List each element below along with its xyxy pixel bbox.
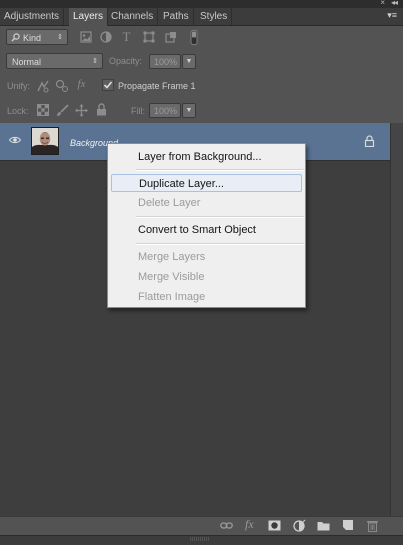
tab-styles[interactable]: Styles [196,8,233,25]
lock-image-pixels-icon[interactable] [56,104,69,117]
layer-context-menu: Layer from Background... Duplicate Layer… [107,143,306,308]
filter-toggle-icon[interactable] [187,30,200,45]
layer-thumbnail[interactable] [31,127,59,155]
new-layer-icon[interactable] [341,519,354,532]
close-panel-icon[interactable]: × [380,0,385,7]
smart-object-filter-icon[interactable] [164,31,177,44]
chevron-updown-icon: ⇕ [92,58,98,65]
fx-icon[interactable]: fx [245,517,258,531]
unify-style-icon[interactable]: fx [75,78,88,91]
add-mask-icon[interactable] [268,519,281,532]
tab-layers[interactable]: Layers [69,8,109,26]
filter-kind-label: Kind [23,33,42,43]
trash-icon[interactable] [366,519,379,532]
type-filter-icon[interactable]: T [120,30,133,43]
tab-channels[interactable]: Channels [107,8,159,25]
propagate-frame-label: Propagate Frame 1 [118,81,196,91]
eye-visibility-icon[interactable] [9,136,21,144]
unify-position-icon[interactable] [36,79,49,93]
adjustment-filter-icon[interactable] [99,31,112,44]
opacity-label: Opacity: [109,56,143,66]
menu-item-merge-layers[interactable]: Merge Layers [108,248,305,266]
fill-dropdown-button[interactable]: ▼ [182,103,196,118]
menu-item-duplicate-layer[interactable]: Duplicate Layer... [111,174,302,192]
opacity-dropdown-button[interactable]: ▼ [182,54,196,69]
unify-row: Unify: fx Propagate Frame 1 [0,74,403,99]
lock-row: Lock: Fill: 100% ▼ [0,98,403,124]
filter-kind-select[interactable]: Kind ⇕ [6,29,68,45]
adjustment-layer-icon[interactable] [293,519,306,532]
lock-label: Lock: [7,106,29,116]
menu-item-delete-layer[interactable]: Delete Layer [108,194,305,212]
resize-grip-icon[interactable] [190,537,210,541]
propagate-checkbox[interactable] [101,79,114,92]
unify-visibility-icon[interactable] [55,79,68,92]
link-layers-icon[interactable] [220,519,233,532]
chevron-updown-icon: ⇕ [57,34,63,41]
menu-item-convert-to-smart-object[interactable]: Convert to Smart Object [108,221,305,239]
portrait-thumbnail-image [32,128,58,154]
lock-all-icon[interactable] [95,103,108,116]
collapse-panel-icon[interactable]: ◂◂ [391,0,398,7]
menu-item-flatten-image[interactable]: Flatten Image [108,288,305,306]
fill-input[interactable]: 100% [149,103,181,118]
menu-item-merge-visible[interactable]: Merge Visible [108,268,305,286]
blend-mode-select[interactable]: Normal ⇕ [6,53,103,69]
tab-paths[interactable]: Paths [159,8,194,25]
fill-label: Fill: [131,106,145,116]
new-group-icon[interactable] [317,519,330,532]
search-icon [11,33,20,42]
shape-filter-icon[interactable] [142,31,155,44]
panel-menu-icon[interactable]: ▾≡ [387,10,397,21]
menu-item-layer-from-background[interactable]: Layer from Background... [108,148,305,166]
panel-top-strip [0,0,403,8]
filter-row: Kind ⇕ T [0,26,403,51]
menu-separator [136,243,304,245]
pixel-filter-icon[interactable] [79,31,92,44]
menu-separator [136,169,304,171]
panel-tab-bar: Adjustments Layers Channels Paths Styles [0,8,403,26]
layer-list-scrollbar[interactable] [390,123,403,516]
opacity-input[interactable]: 100% [149,54,181,69]
lock-position-icon[interactable] [75,104,88,117]
blend-mode-value: Normal [12,57,42,67]
menu-separator [136,216,304,218]
blend-row: Normal ⇕ Opacity: 100% ▼ [0,50,403,75]
unify-label: Unify: [7,81,31,91]
layer-lock-icon [364,135,375,147]
tab-adjustments[interactable]: Adjustments [0,8,65,25]
lock-transparent-pixels-icon[interactable] [36,104,49,117]
